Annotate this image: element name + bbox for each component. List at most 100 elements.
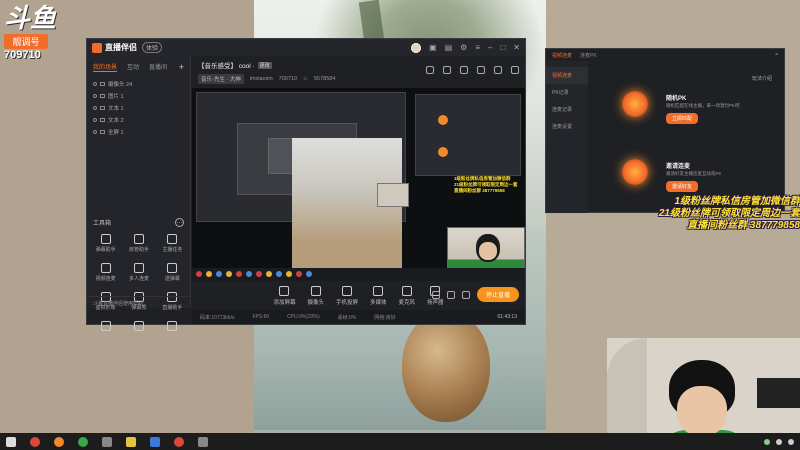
room-title-edit-button[interactable]: 更改 [257, 61, 272, 69]
app-green-icon[interactable] [78, 436, 88, 447]
stop-live-button[interactable]: 停止直播 [476, 287, 519, 302]
random-pk-desc: 随机匹配在线主播，来一场激烈PK吧 [666, 103, 740, 108]
fire-icon: ♨ [303, 76, 308, 82]
room-title[interactable]: 【音乐感受】 cool · [198, 60, 255, 70]
tray-status-icon[interactable] [764, 438, 770, 445]
tool-label: 送弹幕 [164, 276, 180, 282]
system-tray [764, 438, 794, 445]
settings-icon[interactable]: ⚙ [460, 43, 467, 52]
eye-icon[interactable] [93, 94, 97, 98]
add-scene-icon[interactable]: + [179, 62, 184, 72]
phone-cast-button[interactable]: 手机投屏 [336, 286, 358, 306]
room-category[interactable]: 音乐·先生 · 大神 [198, 74, 244, 84]
version-badge[interactable]: 体验 [142, 42, 163, 53]
lock-icon[interactable] [100, 130, 105, 134]
stream-overlay-text: 1级粉丝牌私信房管加微信群 21级粉丝牌可领取限定周边一套 直播间粉丝群 387… [620, 196, 800, 232]
lock-icon[interactable] [100, 118, 105, 122]
message-icon[interactable]: ▤ [445, 43, 453, 52]
scene-item[interactable]: 文本 2 [93, 114, 184, 126]
pk-tab-link-pk[interactable]: 连麦PK [580, 52, 597, 59]
tool-button[interactable]: 送弹幕 [156, 263, 189, 282]
scene-item[interactable]: 全屏 1 [93, 126, 184, 138]
help-link[interactable]: 斗鱼直播伴侣使用帮助 [87, 296, 191, 308]
share-icon[interactable] [511, 66, 519, 74]
notification-icon[interactable]: ▣ [429, 43, 437, 52]
eye-icon[interactable] [93, 118, 97, 122]
pk-nav-item[interactable]: 连麦设置 [546, 118, 588, 135]
lock-icon[interactable] [100, 94, 105, 98]
app-red-icon[interactable] [30, 436, 40, 447]
scene-item[interactable]: 图片 1 [93, 90, 184, 102]
gift-icon[interactable] [426, 66, 434, 74]
add-screen-button[interactable]: 添加屏幕 [273, 286, 295, 306]
record-video-icon[interactable] [431, 290, 440, 299]
eye-icon[interactable] [93, 82, 97, 86]
invite-link-desc: 邀请好友主播连麦互动或PK [666, 171, 722, 176]
user-avatar[interactable] [411, 42, 422, 53]
tool-button[interactable]: 主播任务 [156, 234, 189, 253]
tool-label: 弹幕助手 [95, 247, 116, 253]
lock-icon[interactable] [100, 82, 105, 86]
app-blue-icon[interactable] [150, 436, 160, 447]
control-label: 添加屏幕 [273, 300, 296, 306]
clip-icon[interactable] [494, 66, 502, 74]
tray-volume-icon[interactable] [776, 438, 782, 445]
live-companion-window: 直播伴侣 体验 ▣ ▤ ⚙ ≡ – □ ✕ 我的场景 互动 直播间 + 摄像头 … [86, 38, 526, 339]
window-titlebar[interactable]: 直播伴侣 体验 ▣ ▤ ⚙ ≡ – □ ✕ [87, 39, 525, 56]
live-controls: 停止直播 [431, 287, 519, 302]
invite-link-button[interactable]: 邀请好友 [666, 181, 699, 192]
pk-icon [100, 321, 111, 331]
menu-icon[interactable]: ≡ [475, 43, 480, 52]
tab-my-scenes[interactable]: 我的场景 [93, 62, 118, 72]
lock-icon[interactable] [100, 106, 105, 110]
random-pk-orb-icon [622, 91, 648, 117]
record-icon[interactable] [460, 66, 468, 74]
app-red2-icon[interactable] [174, 436, 184, 447]
tool-button[interactable] [156, 321, 189, 339]
tool-button[interactable]: 弹幕助手 [89, 234, 122, 253]
maximize-icon[interactable]: □ [500, 43, 505, 52]
douyu-logo-mark: 斗鱼 [4, 4, 57, 34]
pk-close-icon[interactable]: × [775, 52, 778, 58]
media-button[interactable]: 多媒体 [370, 286, 387, 306]
pk-tab-video-link[interactable]: 视频连麦 [552, 52, 572, 59]
room-id: 709710 [278, 76, 298, 82]
tool-button[interactable]: PK [89, 321, 122, 339]
mic-button[interactable]: 麦克风 [399, 286, 415, 306]
bell-icon[interactable] [477, 66, 485, 74]
tool-button[interactable]: 房管助手 [122, 234, 155, 253]
multi-link-icon [133, 263, 144, 273]
random-pk-button[interactable]: 立即匹配 [666, 113, 699, 124]
more-tools-icon[interactable]: … [175, 218, 184, 227]
tool-button[interactable]: 视频连麦 [89, 263, 122, 282]
minimize-icon[interactable]: – [488, 43, 492, 52]
pk-nav-item[interactable]: 视频连麦 [546, 67, 588, 84]
app-gray-icon[interactable] [102, 436, 112, 447]
nested-overlay-text: 1级粉丝牌私信房管加微信群 21级粉丝牌可领取限定周边一套 直播间粉丝群 387… [454, 176, 522, 194]
scene-item[interactable]: 摄像头 24 [93, 78, 184, 90]
tab-room[interactable]: 直播间 [149, 62, 167, 72]
app-yellow-icon[interactable] [126, 436, 136, 447]
tool-button[interactable]: 多人连麦 [122, 263, 155, 282]
preview-eye-icon[interactable] [446, 290, 455, 299]
app-gray2-icon[interactable] [198, 436, 208, 447]
eye-icon[interactable] [93, 106, 97, 110]
tab-interact[interactable]: 互动 [127, 62, 139, 72]
tool-button[interactable] [122, 321, 155, 339]
pk-rules-link[interactable]: 玩法介绍 [752, 75, 772, 82]
stream-preview[interactable]: 1级粉丝牌私信房管加微信群 21级粉丝牌可领取限定周边一套 直播间粉丝群 387… [192, 88, 525, 281]
pk-nav-item[interactable]: 连麦记录 [546, 101, 588, 118]
windows-start-icon[interactable] [6, 436, 16, 447]
gear-icon[interactable] [461, 290, 470, 299]
lock-icon[interactable] [443, 66, 451, 74]
camera-button[interactable]: 摄像头 [307, 286, 324, 306]
scene-list: 摄像头 24 图片 1 文本 1 文本 2 全屏 1 [87, 76, 190, 140]
app-orange-icon[interactable] [54, 436, 64, 447]
phone-icon [341, 286, 352, 296]
camera-icon [310, 286, 321, 296]
eye-icon[interactable] [93, 130, 97, 134]
scene-item[interactable]: 文本 1 [93, 102, 184, 114]
close-icon[interactable]: ✕ [513, 43, 520, 52]
pk-nav-item[interactable]: PK记录 [546, 84, 588, 101]
tray-network-icon[interactable] [788, 438, 794, 445]
